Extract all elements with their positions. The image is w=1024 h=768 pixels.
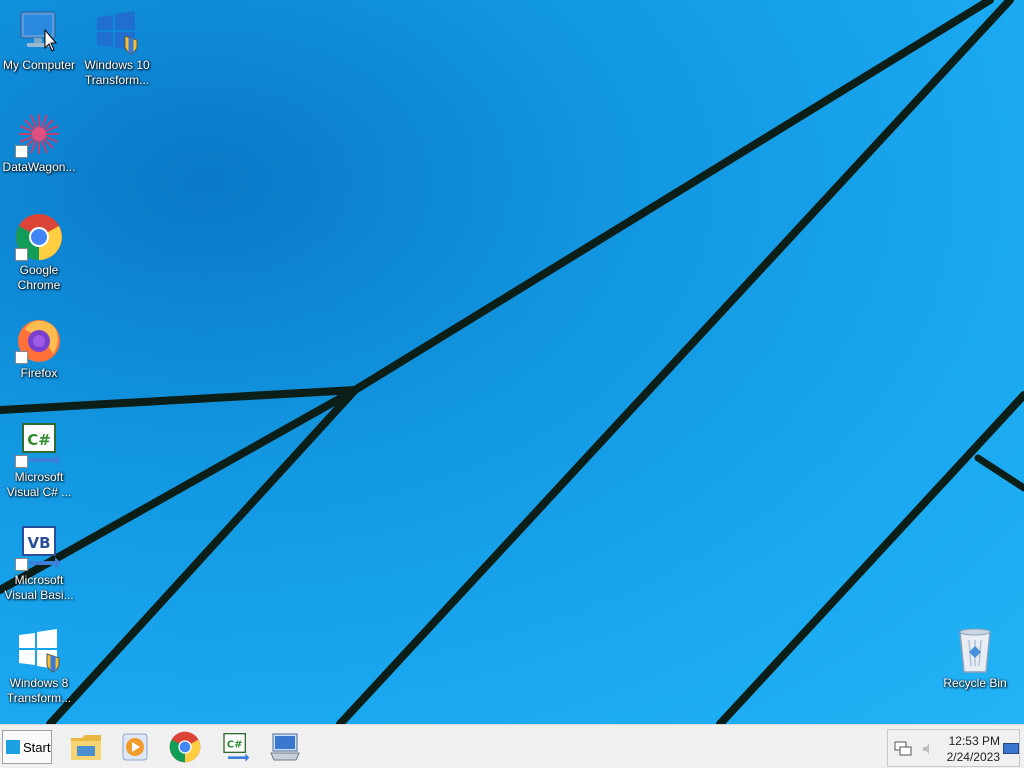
svg-text:C#: C# [27, 431, 51, 449]
visual-csharp-icon: C# [15, 420, 63, 468]
desktop-icon-visual-csharp[interactable]: C# Microsoft Visual C# ... [0, 420, 78, 500]
folder-icon [71, 735, 101, 760]
recycle-bin-icon [951, 626, 999, 674]
desktop-icon-recycle-bin[interactable]: Recycle Bin [936, 626, 1014, 691]
firefox-icon [15, 316, 63, 364]
shortcut-arrow-icon [15, 145, 28, 158]
svg-text:C#: C# [227, 740, 243, 751]
desktop-icon-windows-10-transform[interactable]: Windows 10 Transform... [78, 8, 156, 88]
shortcut-arrow-icon [15, 248, 28, 261]
taskbar-chrome[interactable] [167, 729, 203, 765]
taskbar-visual-csharp[interactable]: C# [218, 729, 254, 765]
clock-time: 12:53 PM [948, 734, 1000, 748]
clock[interactable]: 12:53 PM 2/24/2023 [938, 733, 1000, 765]
taskbar-file-explorer[interactable] [68, 729, 104, 765]
taskbar-remote-desktop[interactable] [267, 729, 303, 765]
shortcut-arrow-icon [15, 351, 28, 364]
visual-csharp-icon: C# [223, 733, 250, 762]
shortcut-arrow-icon [15, 455, 28, 468]
desktop[interactable]: My Computer Windows 10 Transform... Data… [0, 0, 1024, 724]
start-label: Start [23, 739, 51, 755]
datawagon-icon [15, 110, 63, 158]
desktop-icon-label: Google Chrome [17, 263, 61, 292]
desktop-icon-label: Microsoft Visual Basi... [4, 573, 74, 602]
desktop-icon-visual-basic[interactable]: VB Microsoft Visual Basi... [0, 523, 78, 603]
svg-text:VB: VB [27, 534, 50, 552]
desktop-icon-datawagon[interactable]: DataWagon... [0, 110, 78, 175]
clock-date: 2/24/2023 [946, 750, 1000, 764]
desktop-icon-windows-8-transform[interactable]: Windows 8 Transform... [0, 626, 78, 706]
speaker-icon[interactable] [922, 743, 934, 755]
desktop-icon-label: Firefox [20, 366, 58, 380]
visual-basic-icon: VB [15, 523, 63, 571]
my-computer-icon [15, 8, 63, 56]
desktop-icon-label: Microsoft Visual C# ... [6, 470, 72, 499]
desktop-icon-label: Windows 10 Transform... [84, 58, 150, 87]
windows-setup-icon [93, 8, 141, 56]
media-player-icon [122, 733, 148, 761]
start-button[interactable]: Start [2, 730, 52, 764]
taskbar: Start C# 12:53 PM 2/24/2023 [0, 724, 1024, 768]
taskbar-media-player[interactable] [117, 729, 153, 765]
desktop-icon-my-computer[interactable]: My Computer [0, 8, 78, 73]
desktop-icon-label: My Computer [2, 58, 76, 72]
wallpaper [0, 0, 1024, 724]
remote-desktop-icon [270, 733, 300, 761]
desktop-icon-label: Recycle Bin [943, 676, 1007, 690]
desktop-icon-google-chrome[interactable]: Google Chrome [0, 213, 78, 293]
desktop-icon-firefox[interactable]: Firefox [0, 316, 78, 381]
show-desktop-icon[interactable] [1003, 743, 1019, 755]
desktop-icon-label: DataWagon... [2, 160, 76, 174]
windows-setup-icon [15, 626, 63, 674]
windows-logo-icon [6, 740, 20, 754]
chrome-icon [15, 213, 63, 261]
network-icon[interactable] [894, 741, 912, 757]
desktop-icon-label: Windows 8 Transform... [6, 676, 72, 705]
shortcut-arrow-icon [15, 558, 28, 571]
chrome-icon [169, 731, 201, 763]
system-tray: 12:53 PM 2/24/2023 [887, 729, 1020, 767]
